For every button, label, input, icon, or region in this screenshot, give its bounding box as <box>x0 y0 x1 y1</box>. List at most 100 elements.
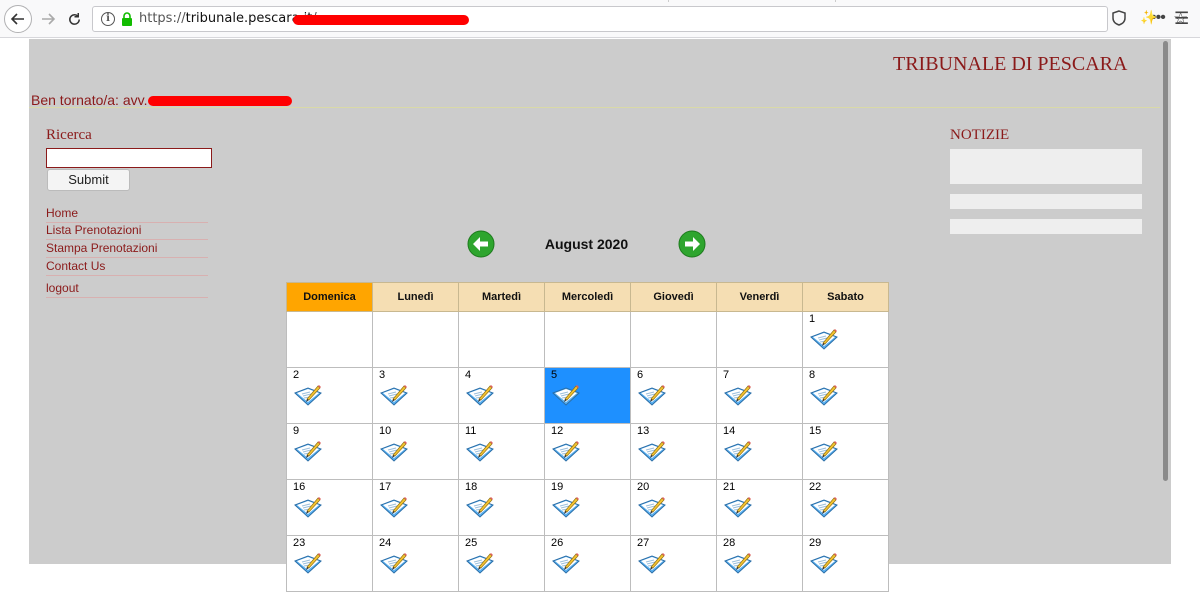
booking-calendar-icon[interactable] <box>465 549 495 575</box>
booking-calendar-icon[interactable] <box>809 549 839 575</box>
reload-icon <box>68 12 80 25</box>
hamburger-menu-icon[interactable]: ☰ <box>1174 9 1189 29</box>
day-number: 2 <box>293 369 300 381</box>
forward-button[interactable] <box>36 7 60 31</box>
tab-strip <box>668 0 836 2</box>
redaction-mark <box>293 15 469 25</box>
extension-icon[interactable]: ✨ <box>1140 9 1157 26</box>
calendar-day-cell[interactable]: 4 <box>458 367 545 424</box>
calendar-day-cell[interactable]: 10 <box>372 423 459 480</box>
calendar-week-row: 1 <box>286 311 889 368</box>
day-number: 1 <box>809 313 816 325</box>
nav-link-contact-us[interactable]: Contact Us <box>46 259 208 276</box>
day-number: 11 <box>465 425 477 437</box>
booking-calendar-icon[interactable] <box>723 493 753 519</box>
calendar-day-cell[interactable]: 6 <box>630 367 717 424</box>
shield-icon[interactable] <box>1112 10 1126 26</box>
booking-calendar-icon[interactable] <box>465 381 495 407</box>
calendar-empty-cell <box>544 311 631 368</box>
day-number: 10 <box>379 425 392 437</box>
booking-calendar-icon[interactable] <box>379 381 409 407</box>
reload-button[interactable] <box>62 7 86 31</box>
url-bar[interactable]: i https://tribunale.pescara.it/ ••• ☆ <box>92 6 1188 32</box>
calendar-day-cell[interactable]: 17 <box>372 479 459 536</box>
weekday-header: Venerdì <box>716 282 803 312</box>
calendar-day-cell[interactable]: 12 <box>544 423 631 480</box>
nav-link-logout[interactable]: logout <box>46 281 208 298</box>
booking-calendar-icon[interactable] <box>465 437 495 463</box>
site-title: TRIBUNALE DI PESCARA <box>893 53 1128 75</box>
booking-calendar-icon[interactable] <box>379 493 409 519</box>
scrollbar-thumb[interactable] <box>1163 41 1168 481</box>
booking-calendar-icon[interactable] <box>723 381 753 407</box>
search-input[interactable] <box>46 148 212 168</box>
calendar-week-row: 16 17 18 19 20 21 22 <box>286 479 889 536</box>
url-text[interactable]: https://tribunale.pescara.it/ <box>139 11 317 26</box>
booking-calendar-icon[interactable] <box>551 493 581 519</box>
day-number: 17 <box>379 481 392 493</box>
booking-calendar-icon[interactable] <box>723 549 753 575</box>
calendar-day-cell[interactable]: 9 <box>286 423 373 480</box>
booking-calendar-icon[interactable] <box>809 493 839 519</box>
booking-calendar-icon[interactable] <box>637 381 667 407</box>
booking-calendar-icon[interactable] <box>293 493 323 519</box>
nav-link-lista-prenotazioni[interactable]: Lista Prenotazioni <box>46 223 208 240</box>
booking-calendar-icon[interactable] <box>637 549 667 575</box>
booking-calendar-icon[interactable] <box>723 437 753 463</box>
day-number: 14 <box>723 425 736 437</box>
calendar-day-cell[interactable]: 19 <box>544 479 631 536</box>
booking-calendar-icon[interactable] <box>809 381 839 407</box>
calendar-day-cell[interactable]: 16 <box>286 479 373 536</box>
calendar-day-cell[interactable]: 2 <box>286 367 373 424</box>
nav-link-stampa-prenotazioni[interactable]: Stampa Prenotazioni <box>46 241 208 258</box>
lock-icon[interactable] <box>121 12 133 26</box>
day-number: 5 <box>551 369 558 381</box>
calendar-day-cell[interactable]: 8 <box>802 367 889 424</box>
booking-calendar-icon[interactable] <box>293 549 323 575</box>
calendar-day-cell[interactable]: 3 <box>372 367 459 424</box>
weekday-header: Sabato <box>802 282 889 312</box>
booking-calendar-icon[interactable] <box>293 437 323 463</box>
calendar-day-cell[interactable]: 5 <box>544 367 631 424</box>
calendar-day-cell[interactable]: 7 <box>716 367 803 424</box>
calendar-day-cell[interactable]: 18 <box>458 479 545 536</box>
booking-calendar-icon[interactable] <box>637 493 667 519</box>
calendar-day-cell[interactable]: 14 <box>716 423 803 480</box>
info-icon[interactable]: i <box>101 12 115 26</box>
calendar-grid: Domenica Lunedì Martedì Mercoledì Gioved… <box>286 282 889 592</box>
day-number: 18 <box>465 481 478 493</box>
submit-button[interactable]: Submit <box>47 169 130 191</box>
booking-calendar-icon[interactable] <box>551 549 581 575</box>
booking-calendar-icon[interactable] <box>379 437 409 463</box>
previous-month-arrow-icon[interactable] <box>467 230 495 258</box>
nav-link-home[interactable]: Home <box>46 206 208 223</box>
calendar-day-cell[interactable]: 20 <box>630 479 717 536</box>
calendar-day-cell[interactable]: 21 <box>716 479 803 536</box>
header-divider <box>29 107 1160 108</box>
next-month-arrow-icon[interactable] <box>678 230 706 258</box>
calendar-day-cell[interactable]: 11 <box>458 423 545 480</box>
booking-calendar-icon[interactable] <box>637 437 667 463</box>
calendar-day-cell[interactable]: 22 <box>802 479 889 536</box>
calendar-day-cell[interactable]: 1 <box>802 311 889 368</box>
calendar-empty-cell <box>372 311 459 368</box>
news-box <box>950 194 1142 209</box>
booking-calendar-icon[interactable] <box>551 381 581 407</box>
weekday-header-row: Domenica Lunedì Martedì Mercoledì Gioved… <box>286 282 889 312</box>
search-title: Ricerca <box>46 127 92 143</box>
booking-calendar-icon[interactable] <box>551 437 581 463</box>
day-number: 16 <box>293 481 306 493</box>
booking-calendar-icon[interactable] <box>809 437 839 463</box>
calendar-empty-cell <box>286 311 373 368</box>
welcome-text: Ben tornato/a: avv. <box>31 92 148 108</box>
booking-calendar-icon[interactable] <box>293 381 323 407</box>
booking-calendar-icon[interactable] <box>379 549 409 575</box>
day-number: 23 <box>293 537 306 549</box>
day-number: 28 <box>723 537 736 549</box>
day-number: 6 <box>637 369 644 381</box>
calendar-day-cell[interactable]: 15 <box>802 423 889 480</box>
calendar-day-cell[interactable]: 13 <box>630 423 717 480</box>
booking-calendar-icon[interactable] <box>465 493 495 519</box>
back-button[interactable] <box>4 5 32 33</box>
booking-calendar-icon[interactable] <box>809 325 839 351</box>
